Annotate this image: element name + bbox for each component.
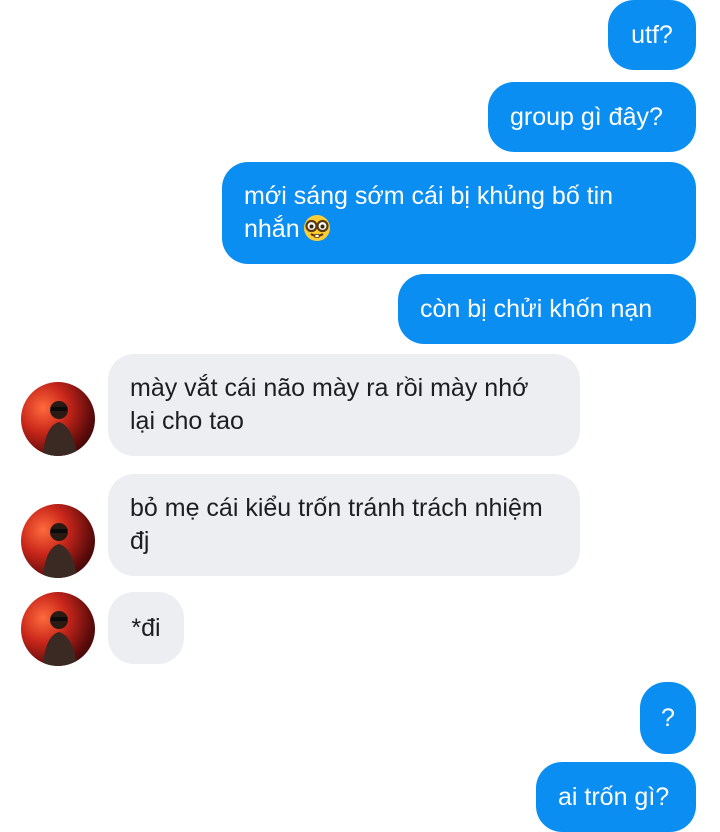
- incoming-message[interactable]: mày vắt cái não mày ra rồi mày nhớ lại c…: [108, 354, 580, 456]
- message-text: bỏ mẹ cái kiểu trốn tránh trách nhiệm đj: [130, 494, 550, 555]
- incoming-message[interactable]: *đi: [108, 592, 184, 664]
- message-text: group gì đây?: [510, 102, 663, 131]
- nerd-face-icon: [303, 215, 330, 241]
- message-text: ai trốn gì?: [558, 782, 670, 811]
- outgoing-message[interactable]: group gì đây?: [488, 82, 696, 152]
- message-text: *đi: [131, 613, 161, 642]
- person-silhouette-icon: [43, 401, 77, 456]
- message-text: mày vắt cái não mày ra rồi mày nhớ lại c…: [130, 374, 536, 435]
- chat-thread: utf? group gì đây? mới sáng sớm cái bị k…: [0, 0, 720, 832]
- message-text: ?: [661, 703, 675, 732]
- outgoing-message[interactable]: ?: [640, 682, 696, 754]
- message-text: còn bị chửi khốn nạn: [420, 294, 653, 323]
- incoming-message[interactable]: bỏ mẹ cái kiểu trốn tránh trách nhiệm đj: [108, 474, 580, 576]
- outgoing-message[interactable]: utf?: [608, 0, 696, 70]
- person-silhouette-icon: [43, 611, 77, 666]
- outgoing-message[interactable]: ai trốn gì?: [536, 762, 696, 832]
- contact-avatar[interactable]: [21, 382, 95, 456]
- contact-avatar[interactable]: [21, 504, 95, 578]
- outgoing-message[interactable]: còn bị chửi khốn nạn: [398, 274, 696, 344]
- outgoing-message[interactable]: mới sáng sớm cái bị khủng bố tin nhắn: [222, 162, 696, 264]
- message-text: utf?: [631, 20, 673, 49]
- message-text: mới sáng sớm cái bị khủng bố tin nhắn: [244, 182, 621, 243]
- contact-avatar[interactable]: [21, 592, 95, 666]
- person-silhouette-icon: [43, 523, 77, 578]
